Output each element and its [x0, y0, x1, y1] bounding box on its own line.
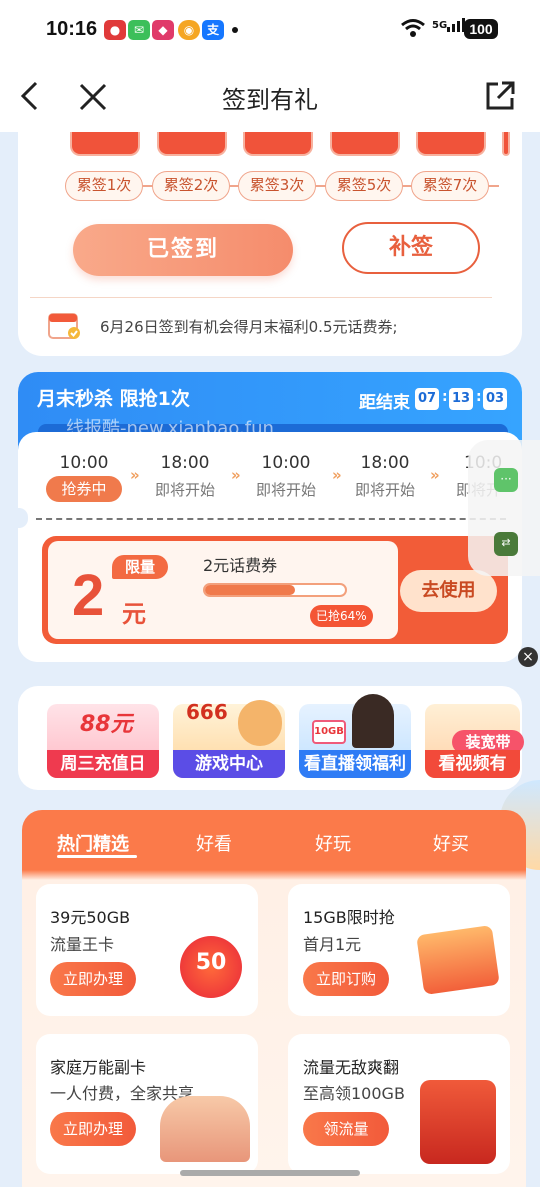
app-notification-icon: ● [104, 20, 126, 40]
timeline-status: 即将开始 [255, 481, 316, 499]
timeline-time[interactable]: 10:00 [44, 453, 124, 473]
wifi-icon [401, 19, 425, 37]
family-illustration [160, 1096, 250, 1162]
coupon-name: 2元话费券 [203, 556, 278, 575]
makeup-signin-button[interactable]: 补签 [342, 222, 480, 274]
entry-label: 看视频有 [425, 750, 520, 778]
tab-indicator [57, 855, 137, 858]
timeline-time[interactable]: 10:00 [246, 453, 326, 473]
close-icon[interactable]: × [518, 647, 538, 667]
ticket-notch [10, 508, 28, 528]
tab-fun[interactable]: 好玩 [315, 830, 351, 856]
clock: 10:16 [46, 18, 98, 40]
limited-badge: 限量 [112, 555, 168, 579]
apply-button[interactable]: 立即办理 [50, 1112, 136, 1146]
home-indicator[interactable] [180, 1170, 360, 1176]
timeline-status-active[interactable]: 抢券中 [46, 476, 122, 502]
countdown-sep: : [476, 389, 482, 405]
watermark: 线报酷-new.xianbao.fun [66, 418, 274, 439]
entry-badge: 666 [186, 700, 228, 724]
battery-indicator: 100 [464, 19, 498, 39]
calendar-check-icon [48, 313, 80, 339]
use-coupon-button[interactable]: 去使用 [400, 570, 497, 612]
chevron-right-icon: » [332, 466, 342, 484]
signin-tip: 6月26日签到有机会得月末福利0.5元话费券; [100, 318, 398, 336]
tab-hot[interactable]: 热门精选 [57, 830, 129, 856]
reward-box [502, 132, 510, 156]
mascot-icon [238, 700, 282, 746]
entry-label: 周三充值日 [47, 750, 159, 778]
product-title: 流量无敌爽翻 [303, 1058, 400, 1077]
flash-sale-title: 月末秒杀 限抢1次 [37, 388, 190, 410]
timeline-status: 即将开始 [354, 481, 415, 499]
host-avatar [352, 694, 394, 748]
progress-label: 已抢64% [310, 605, 373, 627]
entry-label: 看直播领福利 [299, 750, 411, 778]
message-icon: ✉ [128, 20, 150, 40]
chat-icon[interactable]: ··· [494, 468, 518, 492]
countdown-minutes: 13 [449, 388, 473, 410]
phone-machine-illustration [420, 1080, 496, 1164]
reward-box [157, 132, 227, 156]
product-subtitle: 至高领100GB [303, 1084, 405, 1103]
divider [30, 297, 492, 298]
product-subtitle: 流量王卡 [50, 935, 115, 954]
alipay-icon: 支 [202, 20, 224, 40]
reward-box [330, 132, 400, 156]
reward-box [70, 132, 140, 156]
tab-shop[interactable]: 好买 [433, 830, 469, 856]
chevron-right-icon: » [430, 466, 440, 484]
entry-label: 游戏中心 [173, 750, 285, 778]
weibo-icon: ◉ [178, 20, 200, 40]
signed-button[interactable]: 已签到 [73, 224, 293, 276]
app-notification-icon: ◆ [152, 20, 174, 40]
product-badge: 50 [180, 936, 242, 998]
chevron-right-icon: » [231, 466, 241, 484]
reward-box [416, 132, 486, 156]
countdown-hours: 07 [415, 388, 439, 410]
tab-good-look[interactable]: 好看 [196, 830, 232, 856]
share-icon[interactable] [484, 80, 516, 112]
gift-box-icon [416, 925, 500, 995]
countdown-seconds: 03 [483, 388, 507, 410]
product-title: 家庭万能副卡 [50, 1058, 147, 1077]
milestone-1: 累签1次 [65, 171, 143, 201]
product-title: 39元50GB [50, 908, 131, 927]
product-title: 15GB限时抢 [303, 908, 395, 927]
reward-box [243, 132, 313, 156]
entry-badge: 88元 [80, 712, 133, 737]
dashed-divider [36, 518, 506, 520]
coupon-amount: 2 [72, 563, 105, 628]
timeline-status: 即将开始 [154, 481, 215, 499]
more-notifications-dot [232, 27, 238, 33]
timeline-time[interactable]: 18:00 [345, 453, 425, 473]
milestone-connector [489, 185, 499, 187]
apply-button[interactable]: 立即办理 [50, 962, 136, 996]
milestone-2: 累签2次 [152, 171, 230, 201]
countdown-label: 距结束 [359, 393, 410, 413]
chevron-right-icon: » [130, 466, 140, 484]
product-subtitle: 首月1元 [303, 935, 362, 954]
exit-icon[interactable]: ⇄ [494, 532, 518, 556]
countdown-sep: : [442, 389, 448, 405]
page-title: 签到有礼 [222, 86, 318, 114]
network-type: 5G [432, 20, 448, 31]
timeline-time[interactable]: 18:00 [145, 453, 225, 473]
get-data-button[interactable]: 领流量 [303, 1112, 389, 1146]
milestone-5: 累签5次 [325, 171, 403, 201]
milestone-3: 累签3次 [238, 171, 316, 201]
coupon-unit: 元 [122, 600, 146, 628]
entry-badge: 10GB [312, 720, 346, 744]
order-button[interactable]: 立即订购 [303, 962, 389, 996]
progress-fill [205, 585, 295, 595]
milestone-7: 累签7次 [411, 171, 489, 201]
